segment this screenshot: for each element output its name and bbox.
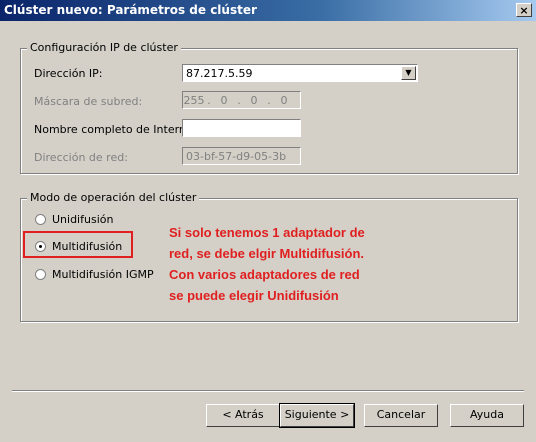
ip-address-label: Dirección IP: <box>34 67 103 80</box>
title-bar: Clúster nuevo: Parámetros de clúster × <box>0 0 536 21</box>
fqdn-label: Nombre completo de Internet: <box>34 123 201 136</box>
chevron-down-icon[interactable]: ▼ <box>401 66 416 80</box>
operation-mode-legend: Modo de operación del clúster <box>27 191 200 204</box>
close-button[interactable]: × <box>516 3 532 17</box>
radio-igmp-label: Multidifusión IGMP <box>52 268 154 281</box>
ip-address-dropdown[interactable]: 87.217.5.59 ▼ <box>182 64 418 82</box>
annotation-text: Si solo tenemos 1 adaptador de red, se d… <box>169 222 449 306</box>
annotation-line: red, se debe elgir Multidifusión. <box>169 246 365 261</box>
window-title: Clúster nuevo: Parámetros de clúster <box>4 3 257 17</box>
annotation-line: Con varios adaptadores de red <box>169 267 360 282</box>
ip-config-legend: Configuración IP de clúster <box>27 41 181 54</box>
annotation-line: se puede elegir Unidifusión <box>169 288 339 303</box>
ip-address-value: 87.217.5.59 <box>186 67 253 80</box>
mask-octet-3: 0 <box>250 94 258 107</box>
radio-igmp-indicator[interactable] <box>35 268 46 280</box>
subnet-mask-field: 255. 0. 0. 0 <box>182 91 301 109</box>
radio-unicast-indicator[interactable] <box>35 213 46 225</box>
radio-igmp-multicast[interactable]: Multidifusión IGMP <box>35 268 154 281</box>
network-address-field: 03-bf-57-d9-05-3b <box>182 147 301 165</box>
network-address-label: Dirección de red: <box>34 151 128 164</box>
back-button[interactable]: < Atrás <box>206 404 280 427</box>
help-button[interactable]: Ayuda <box>450 404 524 427</box>
subnet-mask-label: Máscara de subred: <box>34 95 143 108</box>
button-separator <box>12 390 524 392</box>
multicast-highlight-box <box>23 231 133 258</box>
cancel-button[interactable]: Cancelar <box>364 404 438 427</box>
annotation-line: Si solo tenemos 1 adaptador de <box>169 225 365 240</box>
mask-octet-1: 255 <box>183 94 205 107</box>
fqdn-input[interactable] <box>182 119 301 137</box>
mask-octet-4: 0 <box>280 94 288 107</box>
next-button[interactable]: Siguiente > <box>279 403 355 428</box>
radio-unicast[interactable]: Unidifusión <box>35 213 113 226</box>
radio-unicast-label: Unidifusión <box>52 213 114 226</box>
mask-octet-2: 0 <box>220 94 228 107</box>
